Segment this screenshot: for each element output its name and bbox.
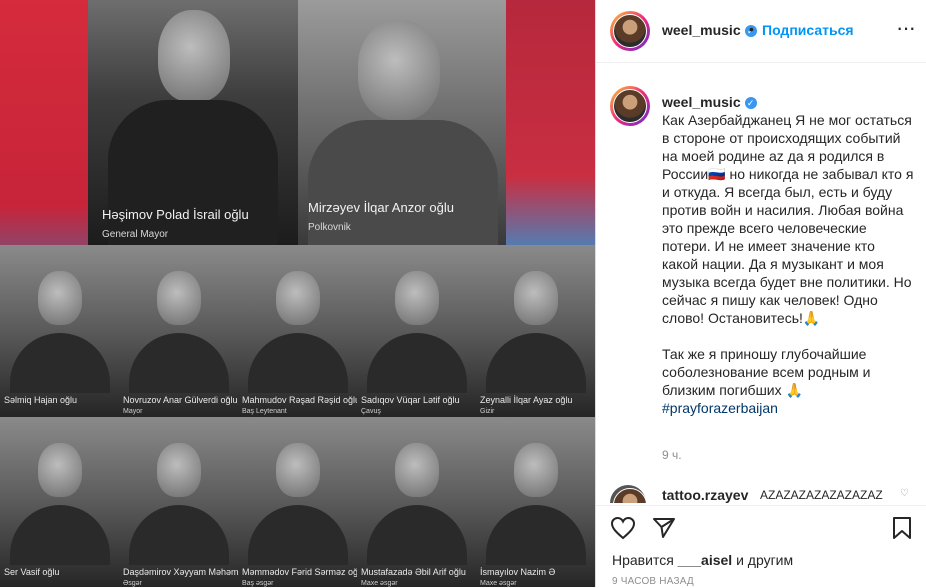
post-actions: Нравится ___aisel и другим 9 ЧАСОВ НАЗАД — [596, 505, 926, 588]
soldier-photo: Novruzov Anar Gülverdi oğlu Mayor — [119, 245, 239, 418]
soldier-rank: Baş əsgər — [242, 580, 274, 587]
soldier-name: Sadıqov Vüqar Lətif oğlu — [361, 395, 460, 405]
caption-user: weel_music ✓ — [662, 93, 914, 111]
soldier-rank: Maxe əsgər — [480, 580, 517, 587]
hashtag-link[interactable]: #prayforazerbaijan — [662, 399, 914, 417]
likes-prefix: Нравится — [612, 552, 674, 568]
caption-username[interactable]: weel_music — [662, 94, 741, 110]
caption-avatar[interactable] — [610, 86, 650, 126]
soldier-photo: Mustafazadə Əbil Arif oğlu Maxe əsgər — [357, 417, 477, 587]
caption: weel_music ✓ Как Азербайджанец Я не мог о… — [662, 93, 914, 417]
soldier-name: Məmmədov Fərid Sərməz oğlu — [242, 567, 358, 577]
comment-text: AZAZAZAZAZAZAZAZ — [760, 488, 883, 502]
soldier-name: Mustafazadə Əbil Arif oğlu — [361, 567, 466, 577]
post-image[interactable]: Həşimov Polad İsrail oğlu General Mayor … — [0, 0, 595, 587]
caption-text-2: Так же я приношу глубочайшие соболезнова… — [662, 346, 875, 398]
soldier-photo: İsmayılov Nazim Ə Maxe əsgər — [476, 417, 595, 587]
share-icon[interactable] — [652, 516, 676, 540]
soldier-photo: Zeynalli İlqar Ayaz oğlu Gizir — [476, 245, 595, 418]
comment-username[interactable]: tattoo.rzayev — [662, 487, 748, 503]
avatar[interactable] — [610, 11, 650, 51]
soldier-name: Mahmudov Rəşad Rəşid oğlu — [242, 395, 358, 405]
post-sidebar: weel_music ✓ • Подписаться ··· weel_music… — [595, 0, 926, 587]
soldier-photo: Sadıqov Vüqar Lətif oğlu Çavuş — [357, 245, 477, 418]
caption-text: Как Азербайджанец Я не мог остаться в ст… — [662, 112, 918, 326]
separator-dot: • — [749, 21, 754, 37]
soldier-photo: Ser Vasif oğlu — [0, 417, 120, 587]
comment: tattoo.rzayev AZAZAZAZAZAZAZAZ ♡ — [610, 485, 910, 503]
portrait-rank: General Mayor — [102, 229, 169, 240]
soldier-rank: Əsgər — [123, 580, 142, 587]
portrait-name: Mirzəyev İlqar Anzor oğlu — [308, 200, 454, 215]
portrait-rank: Polkovnik — [308, 222, 351, 233]
bookmark-icon[interactable] — [891, 516, 913, 540]
likes-user[interactable]: ___aisel — [678, 552, 733, 568]
portrait-general: Həşimov Polad İsrail oğlu General Mayor — [88, 0, 298, 245]
header-user: weel_music ✓ — [662, 22, 757, 40]
post-age: 9 ЧАСОВ НАЗАД — [612, 576, 694, 587]
soldier-photo: Məmmədov Fərid Sərməz oğlu Baş əsgər — [238, 417, 358, 587]
portrait-name: Həşimov Polad İsrail oğlu — [102, 207, 249, 222]
comment-like-icon[interactable]: ♡ — [900, 488, 909, 499]
verified-icon: ✓ — [744, 97, 757, 110]
soldier-grid: Səlmiq Hajan oğlu Novruzov Anar Gülverdi… — [0, 245, 595, 587]
comment-avatar[interactable] — [610, 485, 647, 503]
soldier-name: Səlmiq Hajan oğlu — [4, 395, 78, 405]
top-portraits: Həşimov Polad İsrail oğlu General Mayor … — [88, 0, 506, 245]
soldier-rank: Mayor — [123, 408, 143, 415]
portrait-colonel: Mirzəyev İlqar Anzor oğlu Polkovnik — [298, 0, 506, 245]
soldier-name: Zeynalli İlqar Ayaz oğlu — [480, 395, 573, 405]
caption-time: 9 ч. — [662, 448, 682, 462]
username-link[interactable]: weel_music — [662, 22, 741, 38]
soldier-name: Ser Vasif oğlu — [4, 567, 60, 577]
heart-icon[interactable] — [610, 516, 636, 540]
follow-button[interactable]: Подписаться — [762, 22, 854, 38]
soldier-name: İsmayılov Nazim Ə — [480, 567, 556, 577]
soldier-photo: Mahmudov Rəşad Rəşid oğlu Baş Leytenant — [238, 245, 358, 418]
post-header: weel_music ✓ • Подписаться ··· — [596, 0, 926, 63]
soldier-name: Novruzov Anar Gülverdi oğlu — [123, 395, 238, 405]
soldier-rank: Baş Leytenant — [242, 408, 287, 415]
soldier-name: Daşdəmirov Xəyyam Məhəmməd oğlu — [123, 567, 239, 577]
soldier-rank: Maxe əsgər — [361, 580, 398, 587]
soldier-photo: Səlmiq Hajan oğlu — [0, 245, 120, 418]
likes-suffix[interactable]: и другим — [736, 552, 793, 568]
likes-line: Нравится ___aisel и другим — [612, 552, 793, 568]
soldier-rank: Gizir — [480, 408, 495, 415]
soldier-photo: Daşdəmirov Xəyyam Məhəmməd oğlu Əsgər — [119, 417, 239, 587]
more-options-icon[interactable]: ··· — [896, 15, 916, 41]
soldier-rank: Çavuş — [361, 408, 381, 415]
